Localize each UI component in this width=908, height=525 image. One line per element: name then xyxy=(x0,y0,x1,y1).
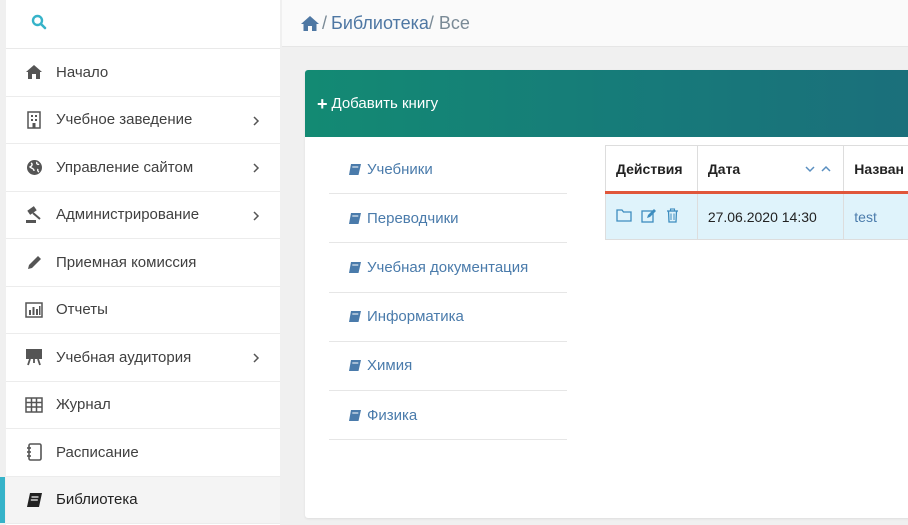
sidebar-item-site[interactable]: Управление сайтом xyxy=(6,144,280,192)
actions-cell xyxy=(605,192,698,240)
presentation-icon xyxy=(24,347,44,367)
gavel-icon xyxy=(24,205,44,225)
sort-icon[interactable] xyxy=(805,165,831,173)
book-icon xyxy=(24,490,44,510)
home-icon[interactable] xyxy=(300,15,320,32)
trash-icon[interactable] xyxy=(666,207,679,226)
sidebar-item-institution[interactable]: Учебное заведение xyxy=(6,97,280,144)
sidebar-item-schedule[interactable]: Расписание xyxy=(6,429,280,477)
sidebar-item-label: Управление сайтом xyxy=(56,158,194,176)
column-header-name[interactable]: Назван xyxy=(843,145,908,194)
breadcrumb-separator: / xyxy=(428,12,434,33)
breadcrumb-separator: / xyxy=(322,12,328,33)
sidebar-item-admin[interactable]: Администрирование xyxy=(6,192,280,239)
breadcrumb-current: Все xyxy=(438,12,470,33)
add-book-label: Добавить книгу xyxy=(331,95,439,112)
category-label: Переводчики xyxy=(367,209,459,227)
building-icon xyxy=(24,110,44,130)
notebook-icon xyxy=(24,442,44,462)
category-item[interactable]: Учебники xyxy=(329,145,567,195)
column-header-actions: Действия xyxy=(605,145,698,194)
sidebar-item-label: Администрирование xyxy=(56,206,200,224)
chevron-right-icon xyxy=(250,114,262,126)
book-icon xyxy=(348,261,362,274)
breadcrumb: / Библиотека / Все xyxy=(282,0,908,47)
chart-icon xyxy=(24,300,44,320)
category-label: Учебная документация xyxy=(367,258,529,276)
date-cell: 27.06.2020 14:30 xyxy=(696,192,845,240)
sidebar-item-label: Начало xyxy=(56,63,109,81)
chevron-right-icon xyxy=(250,351,262,363)
category-label: Химия xyxy=(367,357,413,375)
library-card: + Добавить книгу Учебники Переводчики Уч… xyxy=(305,70,908,518)
globe-icon xyxy=(24,157,44,177)
category-list: Учебники Переводчики Учебная документаци… xyxy=(329,145,567,441)
sidebar-item-label: Приемная комиссия xyxy=(56,253,197,271)
category-item[interactable]: Переводчики xyxy=(329,194,567,244)
table-row: 27.06.2020 14:30 test xyxy=(605,192,908,240)
sidebar-item-journal[interactable]: Журнал xyxy=(6,382,280,429)
book-icon xyxy=(348,163,362,176)
sidebar-item-label: Библиотека xyxy=(56,491,138,509)
book-icon xyxy=(348,212,362,225)
category-item[interactable]: Химия xyxy=(329,342,567,391)
category-label: Физика xyxy=(367,406,418,424)
pencil-icon xyxy=(24,252,44,272)
chevron-right-icon xyxy=(250,161,262,173)
home-icon xyxy=(24,62,44,82)
sidebar-item-label: Отчеты xyxy=(56,301,108,319)
chevron-right-icon xyxy=(250,209,262,221)
book-icon xyxy=(348,310,362,323)
edit-icon[interactable] xyxy=(641,208,657,226)
category-item[interactable]: Учебная документация xyxy=(329,243,567,293)
sidebar-item-label: Учебная аудитория xyxy=(56,348,192,366)
sidebar-item-admissions[interactable]: Приемная комиссия xyxy=(6,239,280,287)
add-book-button[interactable]: + Добавить книгу xyxy=(305,70,908,137)
sidebar-item-label: Расписание xyxy=(56,443,139,461)
category-item[interactable]: Физика xyxy=(329,391,567,441)
category-item[interactable]: Информатика xyxy=(329,293,567,342)
sidebar-search[interactable] xyxy=(6,0,280,49)
sidebar-item-classroom[interactable]: Учебная аудитория xyxy=(6,334,280,382)
category-label: Информатика xyxy=(367,308,464,326)
category-label: Учебники xyxy=(367,160,433,178)
table-icon xyxy=(24,395,44,415)
books-table: Действия Дата Назван 27.06.2020 14:30 te… xyxy=(605,145,908,240)
sidebar-item-library[interactable]: Библиотека xyxy=(0,476,280,524)
column-header-date[interactable]: Дата xyxy=(696,145,845,194)
breadcrumb-section-link[interactable]: Библиотека xyxy=(331,13,429,34)
folder-icon[interactable] xyxy=(616,208,632,225)
sidebar: Начало Учебное заведение Управление сайт… xyxy=(0,0,280,525)
search-icon[interactable] xyxy=(31,14,47,35)
sidebar-item-reports[interactable]: Отчеты xyxy=(6,287,280,334)
plus-icon: + xyxy=(317,93,328,114)
sidebar-item-home[interactable]: Начало xyxy=(6,49,280,97)
book-icon xyxy=(348,359,362,372)
sidebar-item-label: Журнал xyxy=(56,396,111,414)
book-link[interactable]: test xyxy=(854,209,877,225)
book-icon xyxy=(348,409,362,422)
name-cell[interactable]: test xyxy=(843,192,908,240)
sidebar-item-label: Учебное заведение xyxy=(56,111,193,129)
